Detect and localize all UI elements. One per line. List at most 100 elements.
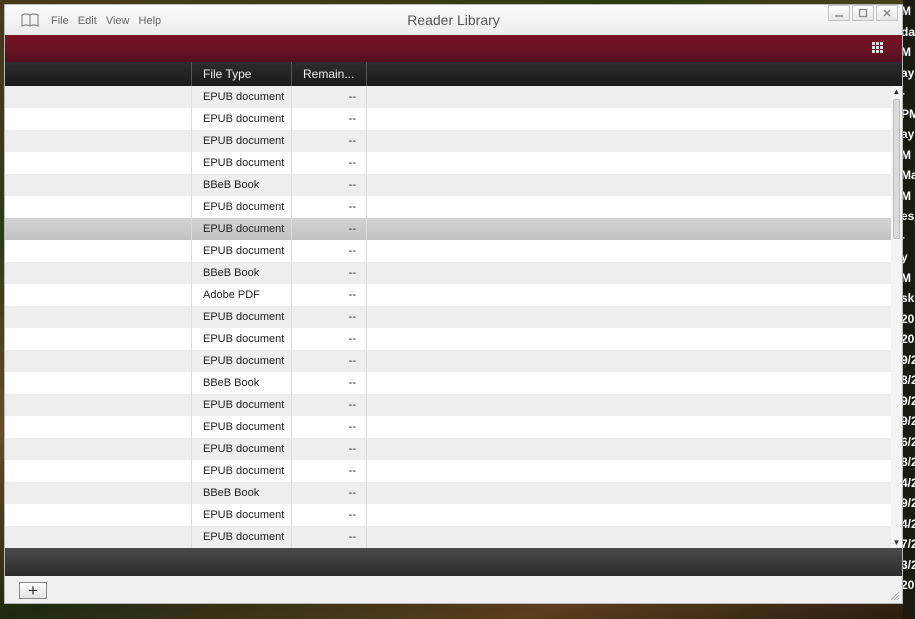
table-row[interactable]: Adobe PDF -- — [5, 284, 891, 306]
title-bar[interactable]: File Edit View Help Reader Library — [5, 5, 902, 35]
file-type-cell: EPUB document — [203, 157, 285, 169]
remaining-cell: -- — [348, 377, 356, 389]
table-row[interactable]: BBeB Book -- — [5, 482, 891, 504]
table-row[interactable]: BBeB Book -- — [5, 372, 891, 394]
grid-view-icon — [871, 41, 883, 53]
remaining-cell: -- — [348, 509, 356, 521]
scroll-down-icon[interactable]: ▼ — [891, 537, 902, 548]
table-row[interactable]: EPUB document -- — [5, 218, 891, 240]
scroll-thumb[interactable] — [893, 99, 900, 239]
desktop-text: 8/2 — [903, 373, 915, 387]
remaining-cell: -- — [348, 201, 356, 213]
table-row[interactable]: EPUB document -- — [5, 152, 891, 174]
desktop-text: 9/2 — [903, 414, 915, 428]
column-divider — [191, 86, 192, 548]
remaining-cell: -- — [348, 487, 356, 499]
file-type-cell: BBeB Book — [203, 377, 260, 389]
table-row[interactable]: BBeB Book -- — [5, 174, 891, 196]
remaining-cell: -- — [348, 311, 356, 323]
file-type-cell: EPUB document — [203, 465, 285, 477]
table-row[interactable]: EPUB document -- — [5, 416, 891, 438]
minimize-icon — [835, 15, 843, 17]
remaining-cell: -- — [348, 157, 356, 169]
toolbar — [5, 35, 902, 578]
column-header-file-type[interactable]: File Type — [203, 62, 251, 86]
table-row[interactable]: EPUB document -- — [5, 306, 891, 328]
table-row[interactable]: EPUB document -- — [5, 240, 891, 262]
table-row[interactable]: EPUB document -- — [5, 526, 891, 548]
remaining-cell: -- — [348, 267, 356, 279]
table-row[interactable]: EPUB document -- — [5, 394, 891, 416]
file-type-cell: BBeB Book — [203, 179, 260, 191]
table-row[interactable]: EPUB document -- — [5, 460, 891, 482]
remaining-cell: -- — [348, 333, 356, 345]
remaining-cell: -- — [348, 179, 356, 191]
scroll-up-icon[interactable]: ▲ — [891, 86, 902, 97]
file-type-cell: EPUB document — [203, 333, 285, 345]
remaining-cell: -- — [348, 421, 356, 433]
resize-grip-icon[interactable] — [890, 591, 900, 601]
table-row[interactable]: BBeB Book -- — [5, 262, 891, 284]
desktop-text: M — [903, 147, 911, 162]
file-type-cell: EPUB document — [203, 135, 285, 147]
desktop-text: 9/2 — [903, 496, 915, 510]
file-type-cell: EPUB document — [203, 399, 285, 411]
desktop-text: y — [903, 250, 908, 264]
add-button[interactable]: + — [19, 582, 47, 599]
remaining-cell: -- — [348, 355, 356, 367]
desktop-text: M — [903, 188, 911, 203]
desktop-text: PM — [903, 106, 915, 121]
remaining-cell: -- — [348, 443, 356, 455]
desktop-text: 7/2 — [903, 537, 915, 551]
column-separator[interactable] — [291, 62, 292, 86]
file-type-cell: EPUB document — [203, 531, 285, 543]
table-row[interactable]: EPUB document -- — [5, 86, 891, 108]
column-separator — [191, 62, 192, 86]
desktop-text: 20 — [903, 332, 915, 346]
bottom-bar: + — [5, 576, 902, 603]
file-type-cell: EPUB document — [203, 355, 285, 367]
table-row[interactable]: EPUB document -- — [5, 196, 891, 218]
grid-view-button[interactable] — [863, 39, 891, 55]
column-divider — [291, 86, 292, 548]
column-divider — [366, 86, 367, 548]
desktop-text: 4/2 — [903, 475, 915, 490]
maximize-button[interactable] — [852, 5, 874, 21]
file-type-cell: EPUB document — [203, 113, 285, 125]
table-row[interactable]: EPUB document -- — [5, 504, 891, 526]
window-title: Reader Library — [407, 12, 500, 28]
maximize-icon — [858, 8, 868, 18]
remaining-cell: -- — [348, 223, 356, 235]
remaining-cell: -- — [348, 531, 356, 543]
desktop-text: 20 — [903, 578, 915, 592]
file-type-cell: EPUB document — [203, 443, 285, 455]
minimize-button[interactable] — [828, 5, 850, 21]
desktop-text: M — [903, 45, 911, 59]
desktop-text: sk — [903, 291, 915, 305]
file-type-cell: EPUB document — [203, 201, 285, 213]
file-type-cell: EPUB document — [203, 311, 285, 323]
desktop-text: 9/2 — [903, 352, 915, 367]
desktop-background-text: MdaMay-PMayMMaMes-yMsk20209/28/29/29/26/… — [903, 0, 915, 619]
file-type-cell: EPUB document — [203, 91, 285, 103]
vertical-scrollbar[interactable]: ▲ ▼ — [891, 86, 902, 548]
table-row[interactable]: EPUB document -- — [5, 130, 891, 152]
close-button[interactable] — [876, 5, 898, 21]
table-row[interactable]: EPUB document -- — [5, 438, 891, 460]
book-list: EPUB document -- EPUB document -- EPUB docum… — [5, 86, 891, 548]
desktop-text: da — [903, 24, 915, 39]
table-row[interactable]: EPUB document -- — [5, 108, 891, 130]
column-header-remaining[interactable]: Remain... — [303, 62, 354, 86]
column-separator[interactable] — [366, 62, 367, 86]
file-type-cell: BBeB Book — [203, 487, 260, 499]
table-header: File Type Remain... — [5, 62, 902, 86]
table-row[interactable]: EPUB document -- — [5, 350, 891, 372]
remaining-cell: -- — [348, 245, 356, 257]
file-type-cell: EPUB document — [203, 509, 285, 521]
file-type-cell: EPUB document — [203, 421, 285, 433]
desktop-text: M — [903, 4, 911, 18]
table-row[interactable]: EPUB document -- — [5, 328, 891, 350]
desktop-text: M — [903, 270, 911, 285]
remaining-cell: -- — [348, 289, 356, 301]
remaining-cell: -- — [348, 135, 356, 147]
